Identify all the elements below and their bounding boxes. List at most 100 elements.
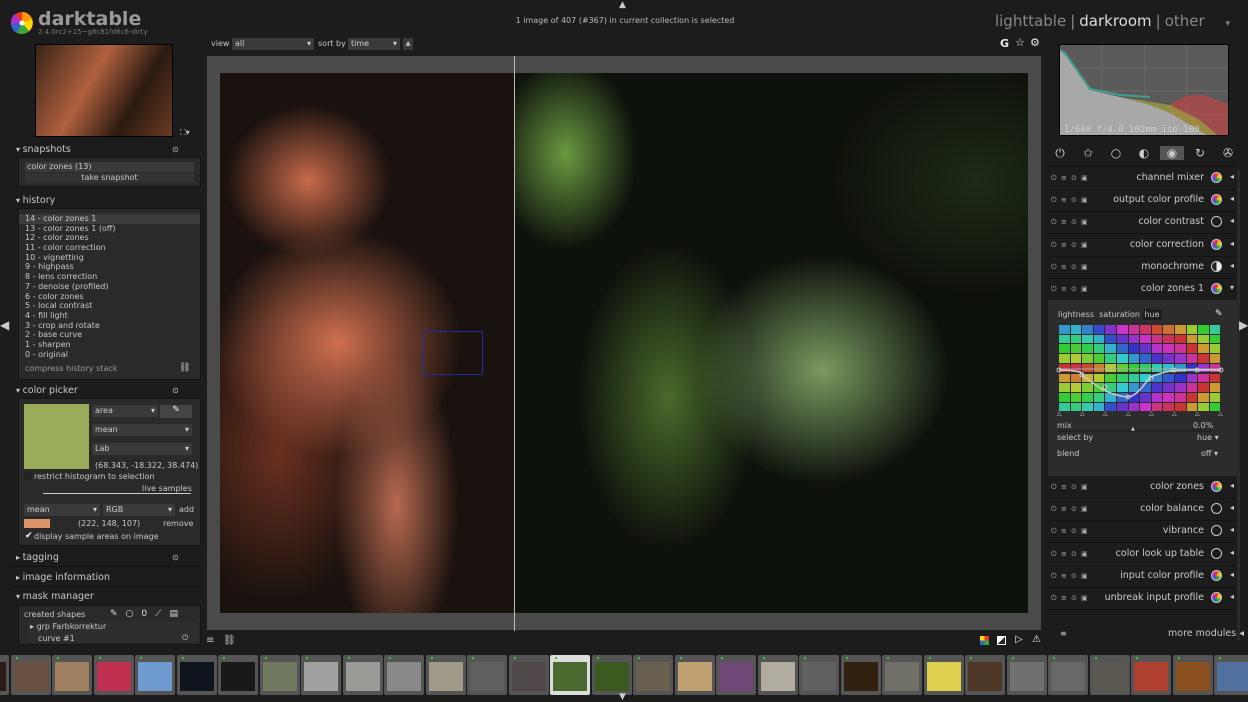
create-style-icon[interactable]: ⛓ — [179, 363, 190, 373]
circle-shape-icon[interactable]: ○ — [126, 609, 142, 619]
presets-icon[interactable]: ▣ — [1081, 572, 1088, 580]
history-item[interactable]: 10 - vignetting — [19, 253, 200, 263]
presets-icon[interactable]: ▣ — [1081, 196, 1088, 204]
sort-order-button[interactable]: ▲ — [403, 38, 413, 50]
reset-icon[interactable]: ⊙ — [1071, 527, 1077, 535]
brush-icon[interactable]: ✎ — [110, 609, 126, 619]
power-icon[interactable]: ⏻ — [1051, 505, 1057, 514]
multi-instance-icon[interactable]: ≡ — [1061, 196, 1067, 204]
color-picker-area[interactable] — [423, 331, 483, 375]
color-picker-icon[interactable]: ✎ — [160, 405, 192, 418]
module-color-look-up-table[interactable]: ⏻ ≡ ⊙ ▣ color look up table ◂ — [1048, 544, 1238, 566]
gear-icon[interactable]: ⚙ — [1030, 36, 1040, 49]
multi-instance-icon[interactable]: ≡ — [1061, 483, 1067, 491]
zoom-fit-icon[interactable]: ⛶▾ — [180, 128, 190, 138]
color-zones-curve[interactable]: △ △ △ △ △ △ △ △ — [1056, 325, 1226, 417]
history-item[interactable]: 8 - lens correction — [19, 272, 200, 282]
filmstrip-thumbnail[interactable] — [840, 655, 881, 695]
filmstrip-thumbnail[interactable] — [591, 655, 632, 695]
favorite-icon[interactable]: ✩ — [1080, 146, 1096, 160]
power-icon[interactable]: ⏻ — [1051, 241, 1057, 250]
multi-instance-icon[interactable]: ≡ — [1061, 174, 1067, 182]
collapse-arrow-icon[interactable]: ◂ — [1230, 481, 1234, 490]
presets-icon[interactable]: ▣ — [1081, 174, 1088, 182]
presets-icon[interactable]: ▣ — [1081, 285, 1088, 293]
history-item[interactable]: 6 - color zones — [19, 292, 200, 302]
filmstrip-thumbnail[interactable] — [757, 655, 798, 695]
history-item[interactable]: 3 - crop and rotate — [19, 321, 200, 331]
expanded-arrow-icon[interactable]: ▾ — [1230, 283, 1234, 292]
collapse-arrow-icon[interactable]: ◂ — [1230, 194, 1234, 203]
sample-colorspace-select[interactable]: RGB — [103, 504, 175, 516]
view-lighttable[interactable]: lighttable — [995, 12, 1066, 30]
filmstrip-thumbnail[interactable] — [384, 655, 424, 695]
presets-icon[interactable]: ▣ — [1081, 218, 1088, 226]
star-icon[interactable]: ☆ — [1015, 36, 1025, 49]
split-divider[interactable] — [514, 56, 515, 631]
presets-icon[interactable]: ▣ — [1081, 241, 1088, 249]
remove-sample-button[interactable]: remove — [163, 519, 193, 528]
module-input-color-profile[interactable]: ⏻ ≡ ⊙ ▣ input color profile ◂ — [1048, 566, 1238, 588]
power-icon[interactable]: ⏻ — [1051, 550, 1057, 559]
multi-instance-icon[interactable]: ≡ — [1061, 263, 1067, 271]
module-color-contrast[interactable]: ⏻ ≡ ⊙ ▣ color contrast ◂ — [1048, 212, 1238, 235]
history-item[interactable]: 5 - local contrast — [19, 301, 200, 311]
reset-icon[interactable]: ⊙ — [1071, 285, 1077, 293]
color-picker-icon[interactable]: ✎ — [1215, 309, 1223, 319]
collapse-arrow-icon[interactable]: ◂ — [1230, 592, 1234, 601]
histogram[interactable]: 1/640 f/4.0 102mm iso 100 — [1059, 44, 1229, 136]
multi-instance-icon[interactable]: ≡ — [1061, 285, 1067, 293]
image-information-header[interactable]: image information — [16, 572, 110, 583]
collapse-arrow-icon[interactable]: ◂ — [1230, 503, 1234, 512]
filmstrip-thumbnail[interactable] — [301, 655, 341, 695]
module-color-correction[interactable]: ⏻ ≡ ⊙ ▣ color correction ◂ — [1048, 235, 1238, 257]
filmstrip-thumbnail[interactable] — [550, 655, 590, 695]
shape-settings-icon[interactable]: ⏻ — [182, 633, 188, 643]
collapse-arrow-icon[interactable]: ◂ — [1230, 570, 1234, 579]
views-dropdown-icon[interactable]: ▾ — [1225, 19, 1230, 29]
blend-dropdown[interactable]: off ▾ — [1201, 449, 1218, 458]
picker-colorspace-select[interactable]: Lab — [92, 443, 192, 455]
module-monochrome[interactable]: ⏻ ≡ ⊙ ▣ monochrome ◂ — [1048, 257, 1238, 279]
filmstrip-thumbnail[interactable] — [799, 655, 839, 695]
snapshot-item[interactable]: color zones (13) — [25, 162, 194, 172]
tone-icon[interactable]: ◐ — [1136, 146, 1152, 160]
compress-history-button[interactable]: compress history stack — [25, 364, 117, 373]
color-icon[interactable]: ◉ — [1160, 146, 1184, 160]
left-panel-toggle[interactable]: ◀ — [0, 318, 9, 332]
multi-instance-icon[interactable]: ≡ — [1061, 572, 1067, 580]
module-color-zones-1[interactable]: ⏻ ≡ ⊙ ▣ color zones 1 ▾ — [1048, 279, 1238, 301]
picker-stat-select[interactable]: mean — [92, 424, 192, 436]
filmstrip-thumbnail[interactable] — [425, 655, 466, 695]
presets-icon[interactable]: ▣ — [1081, 527, 1088, 535]
collapse-arrow-icon[interactable]: ◂ — [1230, 172, 1234, 181]
filmstrip-thumbnail[interactable] — [633, 655, 673, 695]
reset-icon[interactable]: ⊙ — [1071, 263, 1077, 271]
multi-instance-icon[interactable]: ≡ — [1061, 505, 1067, 513]
grouping-icon[interactable]: G — [1000, 37, 1009, 50]
multi-instance-icon[interactable]: ≡ — [1061, 550, 1067, 558]
restrict-histogram-checkbox[interactable] — [24, 472, 32, 480]
presets-icon[interactable]: ▣ — [1081, 594, 1088, 602]
shape-tools[interactable]: ✎○0⟋▤ — [110, 609, 186, 619]
history-item[interactable]: 13 - color zones 1 (off) — [19, 224, 200, 234]
presets-icon[interactable]: ▣ — [1081, 550, 1088, 558]
reset-icon[interactable]: ⊙ — [1071, 196, 1077, 204]
module-color-balance[interactable]: ⏻ ≡ ⊙ ▣ color balance ◂ — [1048, 499, 1238, 522]
filmstrip-thumbnail[interactable] — [52, 655, 92, 695]
collapse-arrow-icon[interactable]: ◂ — [1230, 239, 1234, 248]
filmstrip-thumbnail[interactable] — [10, 655, 51, 695]
module-color-zones[interactable]: ⏻ ≡ ⊙ ▣ color zones ◂ — [1048, 477, 1238, 499]
view-darkroom[interactable]: darkroom — [1079, 12, 1151, 30]
power-icon[interactable]: ⏻ — [1051, 285, 1057, 294]
collapse-arrow-icon[interactable]: ◂ — [1230, 548, 1234, 557]
filmstrip-thumbnail[interactable] — [1089, 655, 1130, 695]
filmstrip-thumbnail[interactable] — [1172, 655, 1213, 695]
history-header[interactable]: history — [16, 195, 56, 206]
softproof-icon[interactable]: ▷ — [1015, 634, 1023, 645]
tab-hue[interactable]: hue — [1142, 309, 1162, 320]
right-panel-scrollbar[interactable] — [1237, 170, 1240, 640]
presets-icon[interactable]: ▣ — [1081, 263, 1088, 271]
styles-icon[interactable]: ⛓ — [223, 635, 236, 646]
power-icon[interactable]: ⏻ — [1051, 483, 1057, 492]
